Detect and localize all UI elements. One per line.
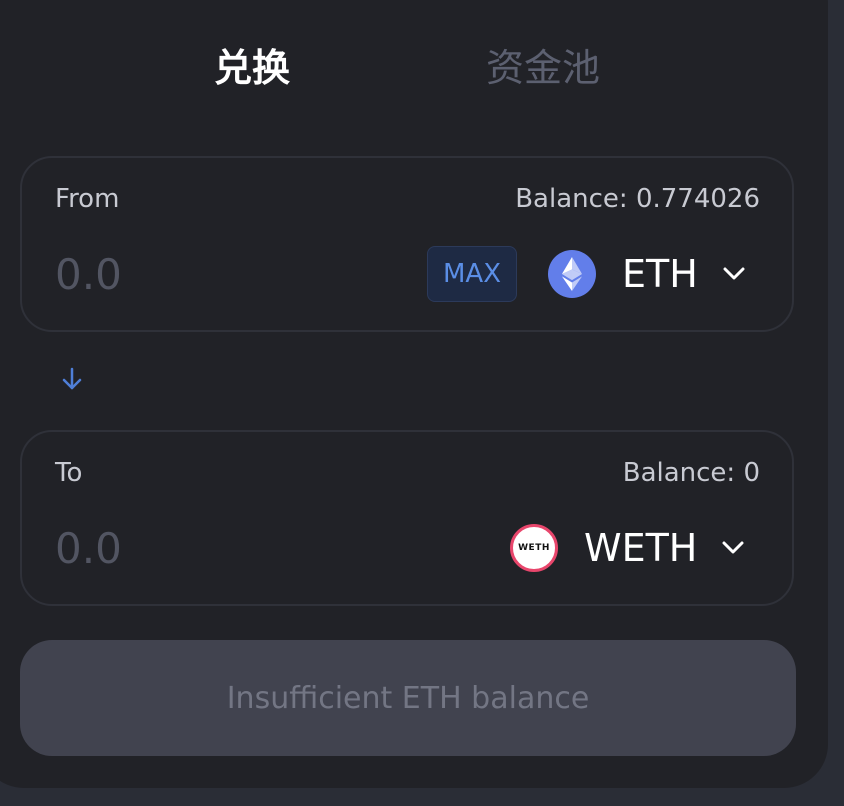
chevron-down-icon: [721, 536, 745, 560]
to-balance: Balance: 0: [622, 458, 760, 488]
weth-logo-text: WETH: [518, 543, 550, 553]
tab-bar: 兑换 资金池: [0, 0, 844, 130]
weth-icon: WETH: [510, 524, 558, 572]
tab-pool[interactable]: 资金池: [486, 42, 600, 94]
from-token-symbol: ETH: [622, 252, 698, 296]
from-panel: From Balance: 0.774026 MAX ETH: [20, 156, 794, 332]
from-balance: Balance: 0.774026: [515, 184, 760, 214]
to-amount-input[interactable]: [55, 518, 395, 578]
max-button[interactable]: MAX: [427, 246, 517, 302]
tab-swap[interactable]: 兑换: [214, 42, 290, 94]
ethereum-glyph: [561, 257, 583, 291]
from-amount-input[interactable]: [55, 244, 395, 304]
to-token-symbol: WETH: [584, 526, 698, 570]
from-token-select[interactable]: ETH: [548, 246, 746, 302]
to-token-select[interactable]: WETH WETH: [510, 520, 745, 576]
to-label: To: [55, 458, 83, 488]
swap-submit-button[interactable]: Insufficient ETH balance: [20, 640, 796, 756]
arrow-down-icon[interactable]: [60, 366, 84, 392]
ethereum-icon: [548, 250, 596, 298]
chevron-down-icon: [722, 262, 746, 286]
from-label: From: [55, 184, 120, 214]
to-panel: To Balance: 0 WETH WETH: [20, 430, 794, 606]
